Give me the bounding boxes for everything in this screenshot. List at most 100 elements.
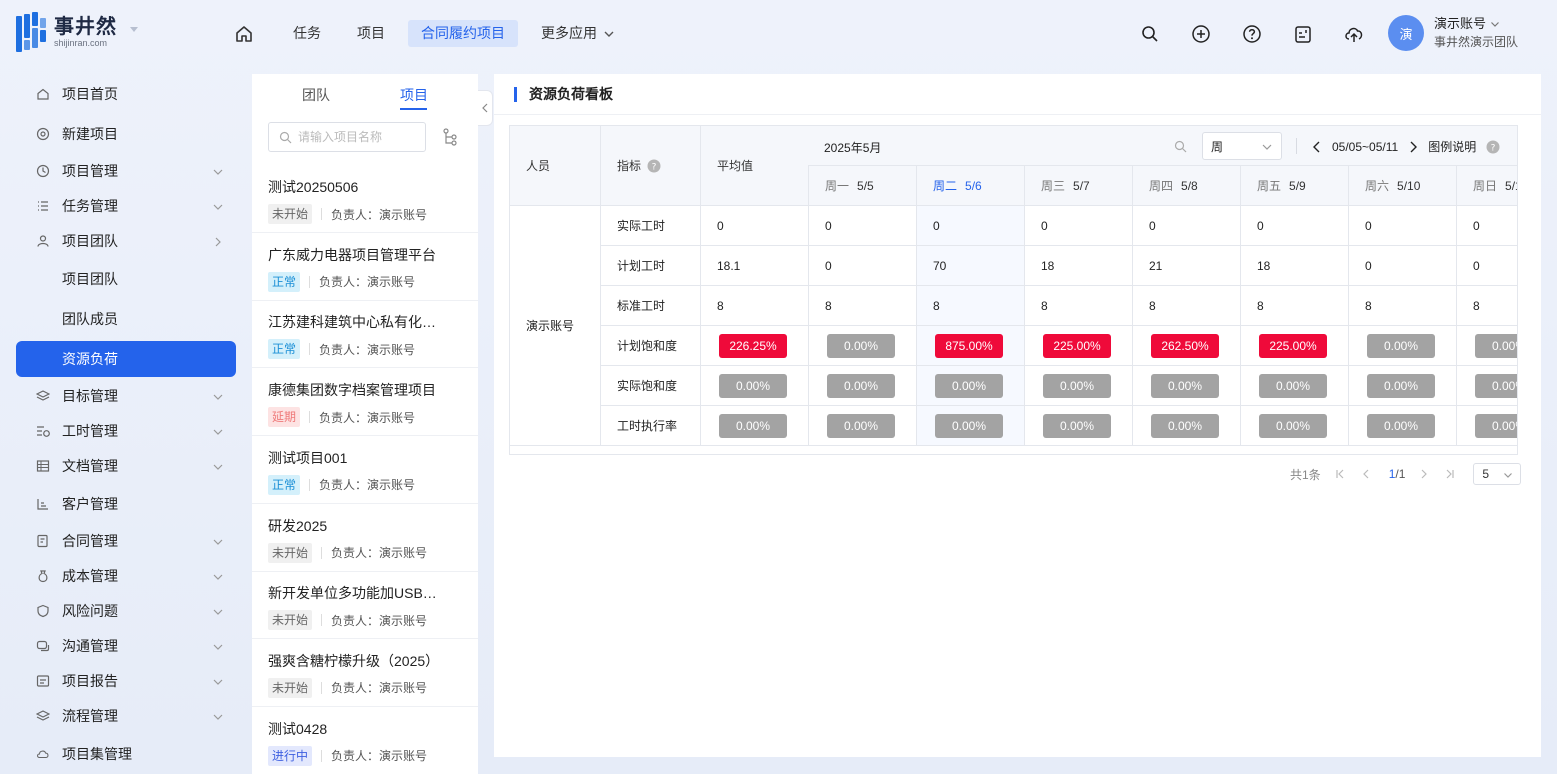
tab-projects[interactable]: 项目	[400, 85, 428, 105]
project-card[interactable]: 研发2025 未开始 负责人： 演示账号	[252, 505, 478, 572]
cell-value: 0	[1257, 218, 1264, 233]
plus-circle-icon[interactable]	[1189, 22, 1213, 46]
project-name: 康德集团数字档案管理项目	[268, 382, 436, 399]
period-select[interactable]: 周	[1202, 132, 1282, 160]
status-badge: 未开始	[268, 204, 313, 224]
cell-value: 8	[933, 298, 940, 313]
sidebar-item[interactable]: 文档管理	[16, 448, 236, 484]
sidebar-item-label: 团队成员	[62, 311, 118, 327]
sidebar-item[interactable]: 工时管理	[16, 413, 236, 449]
day-date: 5/5	[857, 178, 874, 193]
sidebar-item[interactable]: 沟通管理	[16, 628, 236, 664]
search-icon[interactable]	[1174, 140, 1187, 153]
chevron-down-icon	[212, 605, 224, 621]
project-name: 广东威力电器项目管理平台	[268, 246, 436, 263]
next-page-icon[interactable]	[1417, 467, 1431, 481]
sidebar-item[interactable]: 客户管理	[16, 486, 236, 522]
sidebar-item[interactable]: 团队成员	[16, 301, 236, 337]
nav-projects[interactable]: 项目	[344, 20, 398, 47]
first-page-icon[interactable]	[1333, 467, 1347, 481]
sidebar-item[interactable]: 项目管理	[16, 153, 236, 189]
user-menu[interactable]: 演 演示账号 事井然演示团队	[1388, 15, 1518, 51]
legend-label[interactable]: 图例说明	[1428, 138, 1476, 155]
value-cell: 18	[1025, 246, 1133, 286]
sidebar-item-label: 客户管理	[62, 496, 118, 512]
sidebar-item[interactable]: 项目首页	[16, 76, 236, 112]
day-date: 5/9	[1289, 178, 1306, 193]
saturation-pill: 0.00%	[1043, 413, 1111, 438]
sidebar-item[interactable]: 风险问题	[16, 593, 236, 629]
next-week-icon[interactable]	[1408, 141, 1418, 153]
divider	[321, 614, 323, 627]
day-header: 周三 5/7	[1025, 166, 1133, 206]
value-cell: 262.50%	[1133, 326, 1241, 366]
project-card[interactable]: 测试0428 进行中 负责人： 演示账号	[252, 708, 478, 774]
saturation-pill: 0.00%	[827, 413, 895, 438]
sidebar-item[interactable]: 资源负荷	[16, 341, 236, 377]
sidebar-item[interactable]: 项目集管理	[16, 736, 236, 772]
sidebar-item[interactable]: 项目报告	[16, 663, 236, 699]
workspace-caret-icon[interactable]	[130, 27, 138, 32]
project-card[interactable]: 江苏建科建筑中心私有化项目 正常 负责人： 演示账号	[252, 301, 478, 369]
project-search	[268, 122, 426, 152]
col-header-avg: 平均值	[701, 126, 809, 206]
project-card[interactable]: 测试20250506 未开始 负责人： 演示账号	[252, 166, 478, 233]
prev-week-icon[interactable]	[1312, 141, 1322, 153]
sidebar-item[interactable]: 项目团队	[16, 223, 236, 259]
upload-cloud-icon[interactable]	[1342, 22, 1366, 46]
nav-tasks[interactable]: 任务	[280, 20, 334, 47]
nav-contract-projects[interactable]: 合同履约项目	[408, 20, 518, 47]
saturation-pill: 0.00%	[1151, 413, 1219, 438]
value-cell: 0	[1457, 246, 1517, 286]
report-icon	[36, 674, 50, 688]
status-badge: 正常	[268, 271, 301, 292]
sidebar-item[interactable]: 流程管理	[16, 698, 236, 734]
owner-prefix: 负责人：	[331, 207, 380, 222]
tab-team[interactable]: 团队	[302, 85, 330, 105]
owner-name: 演示账号	[379, 207, 428, 222]
project-card[interactable]: 强爽含糖柠檬升级（2025） 未开始 负责人： 演示账号	[252, 640, 478, 707]
help-icon[interactable]: ?	[647, 159, 661, 173]
project-search-input[interactable]	[298, 130, 418, 144]
sidebar-item[interactable]: 新建项目	[16, 116, 236, 152]
help-icon[interactable]: ?	[1486, 140, 1500, 154]
saturation-pill: 0.00%	[719, 413, 787, 438]
person-name: 演示账号	[510, 206, 601, 446]
day-weekday: 周二	[933, 179, 958, 193]
project-card[interactable]: 新开发单位多功能加USB… 未开始 负责人： 演示账号	[252, 572, 478, 640]
value-cell: 0.00%	[1133, 366, 1241, 406]
sidebar-item[interactable]: 项目团队	[16, 261, 236, 297]
brand-domain: shijinran.com	[54, 38, 108, 48]
project-card[interactable]: 广东威力电器项目管理平台 正常 负责人： 演示账号	[252, 234, 478, 301]
page-size-select[interactable]: 5	[1473, 463, 1522, 485]
cloud-icon	[36, 747, 50, 761]
value-cell: 0	[917, 206, 1025, 246]
cell-value: 0	[1365, 258, 1372, 273]
value-cell: 8	[1349, 286, 1457, 326]
sidebar-item[interactable]: 目标管理	[16, 378, 236, 414]
nav-more-apps[interactable]: 更多应用	[528, 20, 628, 47]
project-card[interactable]: 测试项目001 正常 负责人： 演示账号	[252, 437, 478, 504]
prev-page-icon[interactable]	[1359, 467, 1373, 481]
last-page-icon[interactable]	[1443, 467, 1457, 481]
sidebar-item-label: 项目管理	[62, 163, 118, 179]
value-cell: 0.00%	[1349, 326, 1457, 366]
value-cell: 0.00%	[1349, 366, 1457, 406]
brand-logo[interactable]: 事井然 shijinran.com	[16, 12, 117, 52]
collapse-panel-button[interactable]	[478, 90, 493, 126]
sidebar-item[interactable]: 合同管理	[16, 523, 236, 559]
saturation-pill: 0.00%	[1151, 373, 1219, 398]
help-icon[interactable]	[1240, 22, 1264, 46]
value-cell: 225.00%	[1241, 326, 1349, 366]
sidebar-item[interactable]: 任务管理	[16, 188, 236, 224]
divider	[321, 208, 323, 220]
day-header: 周日 5/11	[1457, 166, 1517, 206]
clipboard-icon[interactable]	[1291, 22, 1315, 46]
day-weekday: 周一	[825, 179, 850, 193]
project-card[interactable]: 康德集团数字档案管理项目 延期 负责人： 演示账号	[252, 369, 478, 437]
sidebar-item[interactable]: 成本管理	[16, 558, 236, 594]
home-icon[interactable]	[228, 20, 260, 47]
search-icon[interactable]	[1138, 22, 1162, 46]
tree-structure-icon[interactable]	[442, 128, 458, 149]
saturation-pill: 0.00%	[1367, 333, 1435, 358]
